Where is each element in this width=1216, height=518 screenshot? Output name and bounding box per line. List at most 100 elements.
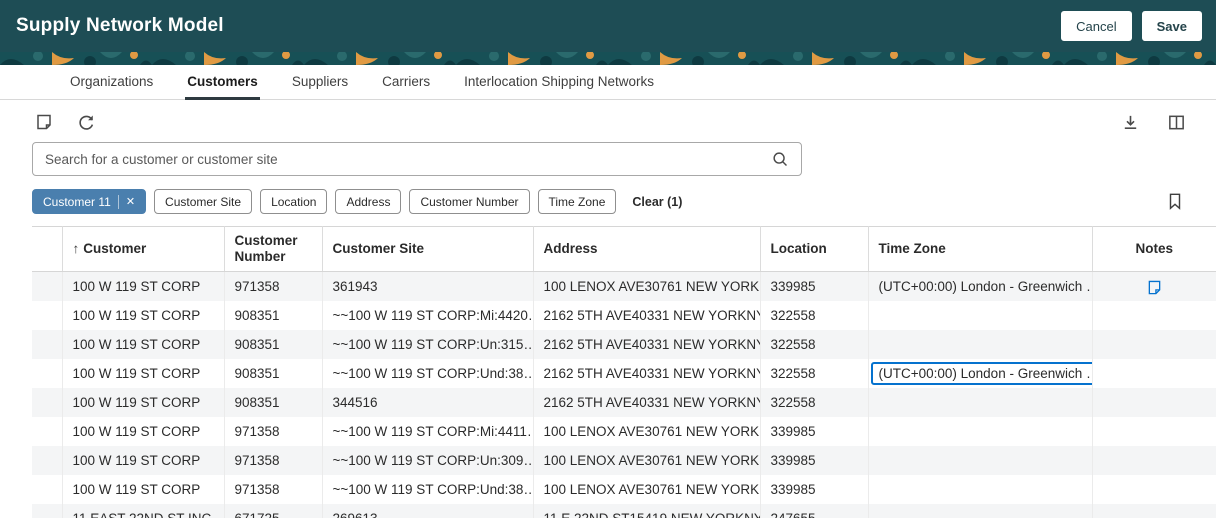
cell-customer[interactable]: 100 W 119 ST CORP	[62, 359, 224, 388]
cell-customer-number[interactable]: 671725	[224, 504, 322, 518]
tab-customers[interactable]: Customers	[185, 65, 260, 100]
cell-time-zone[interactable]	[868, 446, 1092, 475]
cell-customer[interactable]: 100 W 119 ST CORP	[62, 446, 224, 475]
download-button[interactable]	[1116, 108, 1144, 136]
cell-customer-site[interactable]: ~~100 W 119 ST CORP:Und:38…	[322, 475, 533, 504]
cell-customer-number[interactable]: 908351	[224, 301, 322, 330]
tab-interlocation-shipping-networks[interactable]: Interlocation Shipping Networks	[462, 65, 656, 100]
cell-customer-site[interactable]: ~~100 W 119 ST CORP:Und:38…	[322, 359, 533, 388]
cancel-button[interactable]: Cancel	[1061, 11, 1131, 41]
filter-chip-label: Address	[346, 195, 390, 209]
cell-customer-site[interactable]: 361943	[322, 272, 533, 301]
cell-location[interactable]: 339985	[760, 475, 868, 504]
cell-notes[interactable]	[1092, 359, 1216, 388]
cell-customer-site[interactable]: ~~100 W 119 ST CORP:Un:309…	[322, 446, 533, 475]
cell-customer[interactable]: 100 W 119 ST CORP	[62, 272, 224, 301]
column-header-notes[interactable]: Notes	[1092, 227, 1216, 272]
cell-location[interactable]: 322558	[760, 330, 868, 359]
cell-notes[interactable]	[1092, 417, 1216, 446]
tab-suppliers[interactable]: Suppliers	[290, 65, 350, 100]
create-note-button[interactable]	[30, 108, 58, 136]
cell-address[interactable]: 2162 5TH AVE40331 NEW YORKNY…	[533, 301, 760, 330]
cell-notes[interactable]	[1092, 475, 1216, 504]
cell-notes[interactable]	[1092, 301, 1216, 330]
cell-time-zone[interactable]: (UTC+00:00) London - Greenwich …	[868, 359, 1092, 388]
filter-chip-address[interactable]: Address	[335, 189, 401, 214]
search-input[interactable]	[45, 152, 771, 167]
cell-handle	[32, 272, 62, 301]
cell-time-zone[interactable]: (UTC+00:00) London - Greenwich …	[868, 272, 1092, 301]
cell-location[interactable]: 339985	[760, 417, 868, 446]
column-header-address[interactable]: Address	[533, 227, 760, 272]
cell-customer-number[interactable]: 971358	[224, 272, 322, 301]
cell-customer-number[interactable]: 908351	[224, 388, 322, 417]
manage-columns-button[interactable]	[1162, 108, 1190, 136]
cell-customer-site[interactable]: ~~100 W 119 ST CORP:Mi:4420…	[322, 301, 533, 330]
cell-time-zone[interactable]	[868, 475, 1092, 504]
cell-address[interactable]: 100 LENOX AVE30761 NEW YORKN…	[533, 417, 760, 446]
cell-customer[interactable]: 100 W 119 ST CORP	[62, 330, 224, 359]
cell-customer[interactable]: 100 W 119 ST CORP	[62, 388, 224, 417]
cell-customer[interactable]: 100 W 119 ST CORP	[62, 301, 224, 330]
cell-address[interactable]: 2162 5TH AVE40331 NEW YORKNY…	[533, 359, 760, 388]
cell-customer-number[interactable]: 971358	[224, 475, 322, 504]
cell-location[interactable]: 322558	[760, 301, 868, 330]
cell-customer[interactable]: 100 W 119 ST CORP	[62, 475, 224, 504]
cell-time-zone[interactable]	[868, 301, 1092, 330]
cell-customer-number[interactable]: 971358	[224, 446, 322, 475]
cell-customer-site[interactable]: 344516	[322, 388, 533, 417]
filter-chip-location[interactable]: Location	[260, 189, 327, 214]
column-header-customer-number[interactable]: Customer Number	[224, 227, 322, 272]
cell-notes[interactable]	[1092, 504, 1216, 518]
cell-location[interactable]: 322558	[760, 388, 868, 417]
cell-customer-number[interactable]: 908351	[224, 359, 322, 388]
filter-chip-time-zone[interactable]: Time Zone	[538, 189, 617, 214]
cell-location[interactable]: 339985	[760, 446, 868, 475]
refresh-button[interactable]	[72, 108, 100, 136]
cell-customer-site[interactable]: ~~100 W 119 ST CORP:Un:315…	[322, 330, 533, 359]
cell-customer-number[interactable]: 908351	[224, 330, 322, 359]
cell-address[interactable]: 100 LENOX AVE30761 NEW YORKN…	[533, 446, 760, 475]
column-header-customer[interactable]: ↑Customer	[62, 227, 224, 272]
tab-organizations[interactable]: Organizations	[68, 65, 155, 100]
cell-time-zone[interactable]	[868, 330, 1092, 359]
cell-notes[interactable]	[1092, 446, 1216, 475]
cell-address[interactable]: 2162 5TH AVE40331 NEW YORKNY…	[533, 388, 760, 417]
cell-time-zone[interactable]	[868, 388, 1092, 417]
column-header-customer-site[interactable]: Customer Site	[322, 227, 533, 272]
download-icon	[1121, 113, 1140, 132]
cell-customer-site[interactable]: 269613	[322, 504, 533, 518]
cell-location[interactable]: 247655	[760, 504, 868, 518]
cell-address[interactable]: 100 LENOX AVE30761 NEW YORKN…	[533, 475, 760, 504]
cell-time-zone[interactable]	[868, 504, 1092, 518]
tab-carriers[interactable]: Carriers	[380, 65, 432, 100]
cell-customer-number[interactable]: 971358	[224, 417, 322, 446]
selected-cell[interactable]: (UTC+00:00) London - Greenwich …	[871, 362, 1093, 385]
save-search-button[interactable]	[1166, 192, 1184, 211]
note-icon[interactable]	[1147, 279, 1162, 294]
column-header-time-zone[interactable]: Time Zone	[868, 227, 1092, 272]
cell-notes[interactable]	[1092, 330, 1216, 359]
save-button[interactable]: Save	[1142, 11, 1202, 41]
cell-address[interactable]: 11 E 22ND ST15419 NEW YORKNY…	[533, 504, 760, 518]
cell-location[interactable]: 322558	[760, 359, 868, 388]
cell-address[interactable]: 2162 5TH AVE40331 NEW YORKNY…	[533, 330, 760, 359]
filter-chip-customer-number[interactable]: Customer Number	[409, 189, 529, 214]
cell-customer[interactable]: 11 EAST 22ND ST INC	[62, 504, 224, 518]
cell-address[interactable]: 100 LENOX AVE30761 NEW YORKN…	[533, 272, 760, 301]
chip-remove-button[interactable]: ✕	[126, 195, 135, 208]
filter-chip-customer-site[interactable]: Customer Site	[154, 189, 252, 214]
column-header-location[interactable]: Location	[760, 227, 868, 272]
note-icon	[35, 113, 53, 131]
cell-notes[interactable]	[1092, 388, 1216, 417]
cell-handle	[32, 330, 62, 359]
cell-location[interactable]: 339985	[760, 272, 868, 301]
search-icon[interactable]	[771, 150, 789, 168]
cell-customer[interactable]: 100 W 119 ST CORP	[62, 417, 224, 446]
filter-chip-customer-11[interactable]: Customer 11✕	[32, 189, 146, 214]
table-row: 100 W 119 ST CORP971358~~100 W 119 ST CO…	[32, 475, 1216, 504]
cell-notes[interactable]	[1092, 272, 1216, 301]
cell-time-zone[interactable]	[868, 417, 1092, 446]
cell-customer-site[interactable]: ~~100 W 119 ST CORP:Mi:4411…	[322, 417, 533, 446]
clear-filters-button[interactable]: Clear (1)	[632, 195, 682, 209]
